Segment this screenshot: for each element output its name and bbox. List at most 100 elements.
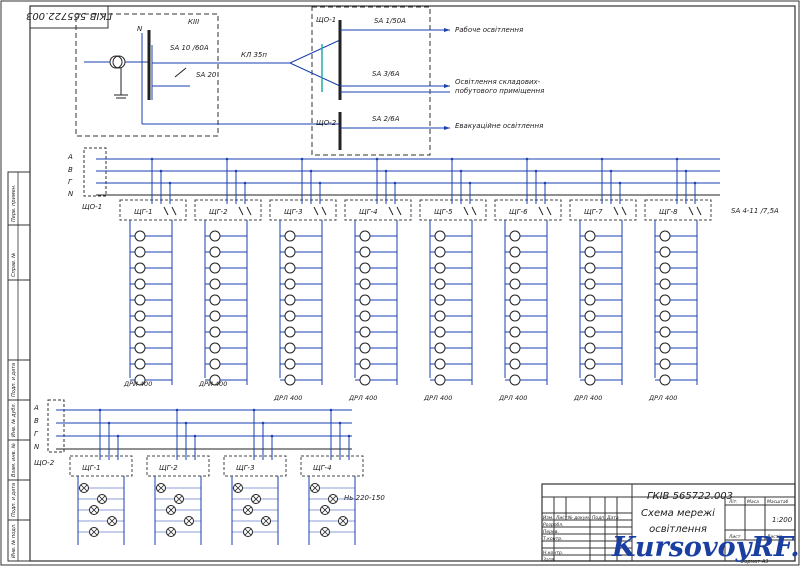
lamp-symbol (359, 246, 371, 258)
low-panel-label: ЩГ-3 (236, 464, 255, 472)
bus-node (252, 408, 256, 412)
bus-node (309, 169, 313, 173)
lamp-symbol (509, 326, 521, 338)
lamp-symbol (509, 310, 521, 322)
low-panel-label: ЩГ-4 (313, 464, 332, 472)
bus-node (450, 157, 454, 161)
lamp-symbol (134, 278, 146, 290)
stamp-2: Справ. № (11, 253, 17, 277)
bus-node (384, 169, 388, 173)
lamp-symbol (284, 278, 296, 290)
panel-box (494, 199, 562, 221)
lamp-symbol (359, 310, 371, 322)
lamp-symbol (434, 294, 446, 306)
main-phase-a: A (67, 153, 73, 161)
panel-group: ЩГ-5 (419, 157, 487, 386)
switch-mark (388, 206, 394, 216)
tb-l-scale: Масштаб (767, 499, 789, 505)
panel-group: ЩГ-3 (269, 157, 337, 386)
panel-label: ЩГ-3 (284, 208, 303, 216)
watermark-text: KursovoyRF.ru (611, 532, 800, 563)
tb-h-izm: Изм. (543, 515, 554, 521)
panel-label: ЩГ-6 (509, 208, 528, 216)
lamp-symbol (584, 374, 596, 386)
panel-label: ЩГ-2 (209, 208, 228, 216)
bus-node (675, 157, 679, 161)
bus-node (338, 421, 342, 425)
lamp-symbol (434, 230, 446, 242)
lamp-symbol (209, 294, 221, 306)
low-phase-a: A (33, 404, 39, 412)
lamp-symbol (284, 374, 296, 386)
stamp-3: Подп. и дата (11, 363, 17, 397)
tb-h-doc: № докум. (567, 515, 590, 521)
switch-mark (621, 206, 627, 216)
lamp-symbol (584, 246, 596, 258)
lamp-symbol (209, 246, 221, 258)
lamp-symbol (134, 358, 146, 370)
panel-group: ЩГ-2 (194, 157, 262, 386)
panel-group: ЩГ-4 (344, 157, 412, 386)
lamp-symbol (509, 342, 521, 354)
switch-mark (463, 206, 469, 216)
sa1-label: SA 10 /60A (170, 44, 209, 52)
lamp-symbol (659, 310, 671, 322)
bus-node (193, 434, 197, 438)
low-phase-b: B (34, 417, 39, 425)
lamp-symbol (434, 262, 446, 274)
main-panels-note: SA 4-11 /7,5A (731, 207, 779, 215)
low-panels: ЩГ-1 ЩГ-2 ЩГ-3 ЩГ-4 (69, 408, 364, 545)
lamp-symbol (209, 358, 221, 370)
lamp-symbol (584, 278, 596, 290)
low-panel-box (223, 455, 287, 477)
tb-l-lit: Літ. (728, 499, 738, 505)
main-phase-g: Г (68, 178, 73, 186)
n-label: N (137, 25, 143, 33)
panel-box (644, 199, 712, 221)
main-bus-switch: ЩО-1 (82, 203, 102, 211)
lamp-type-label: ДРЛ 400 (573, 394, 602, 402)
main-phase-b: B (68, 166, 73, 174)
lamp-symbol (284, 358, 296, 370)
top-code-box: ГКІВ 565722.003 (26, 5, 112, 29)
switch-mark (163, 206, 169, 216)
lamp-symbol (284, 246, 296, 258)
lamp-symbol (584, 230, 596, 242)
tb-r-tkontr: Т.контр. (543, 536, 563, 542)
tb-l-mass: Маса (747, 499, 759, 505)
lamp-type-label: ДРЛ 400 (348, 394, 377, 402)
bus-node (693, 181, 697, 185)
lamp-symbol (134, 326, 146, 338)
lamp-symbol (134, 262, 146, 274)
lamp-symbol (359, 278, 371, 290)
tb-h-sign: Подп. (592, 515, 606, 521)
low-panel-label: ЩГ-1 (82, 464, 101, 472)
bus-node (150, 157, 154, 161)
lamp-symbol (659, 374, 671, 386)
bus-node (107, 421, 111, 425)
shch1-label: ЩО-1 (316, 16, 336, 24)
panel-label: ЩГ-1 (134, 208, 153, 216)
stamp-4: Инв. № дубл. (11, 403, 17, 437)
lamp-symbol (359, 230, 371, 242)
switch-mark (546, 206, 552, 216)
panel-box (344, 199, 412, 221)
lamp-symbol (284, 310, 296, 322)
lamp-type-label: ДРЛ 400 (498, 394, 527, 402)
lamp-symbol (284, 230, 296, 242)
lamp-symbol (509, 278, 521, 290)
lamp-symbol (659, 262, 671, 274)
low-panels-note: Нь 220-150 (344, 494, 385, 502)
lamp-symbol (434, 358, 446, 370)
bus-node (318, 181, 322, 185)
bus-node (468, 181, 472, 185)
lamp-symbol (434, 310, 446, 322)
sa-b-label: SA 3/6A (372, 70, 400, 78)
title-code: ГКІВ 565722.003 (647, 491, 733, 502)
lamp-symbol (584, 262, 596, 274)
left-stamp: Перв. примен. Справ. № Подп. и дата Инв.… (7, 171, 31, 562)
low-panel-group: ЩГ-2 (146, 408, 210, 545)
low-panel-label: ЩГ-2 (159, 464, 178, 472)
lamp-symbol (509, 230, 521, 242)
lamp-symbol (359, 326, 371, 338)
